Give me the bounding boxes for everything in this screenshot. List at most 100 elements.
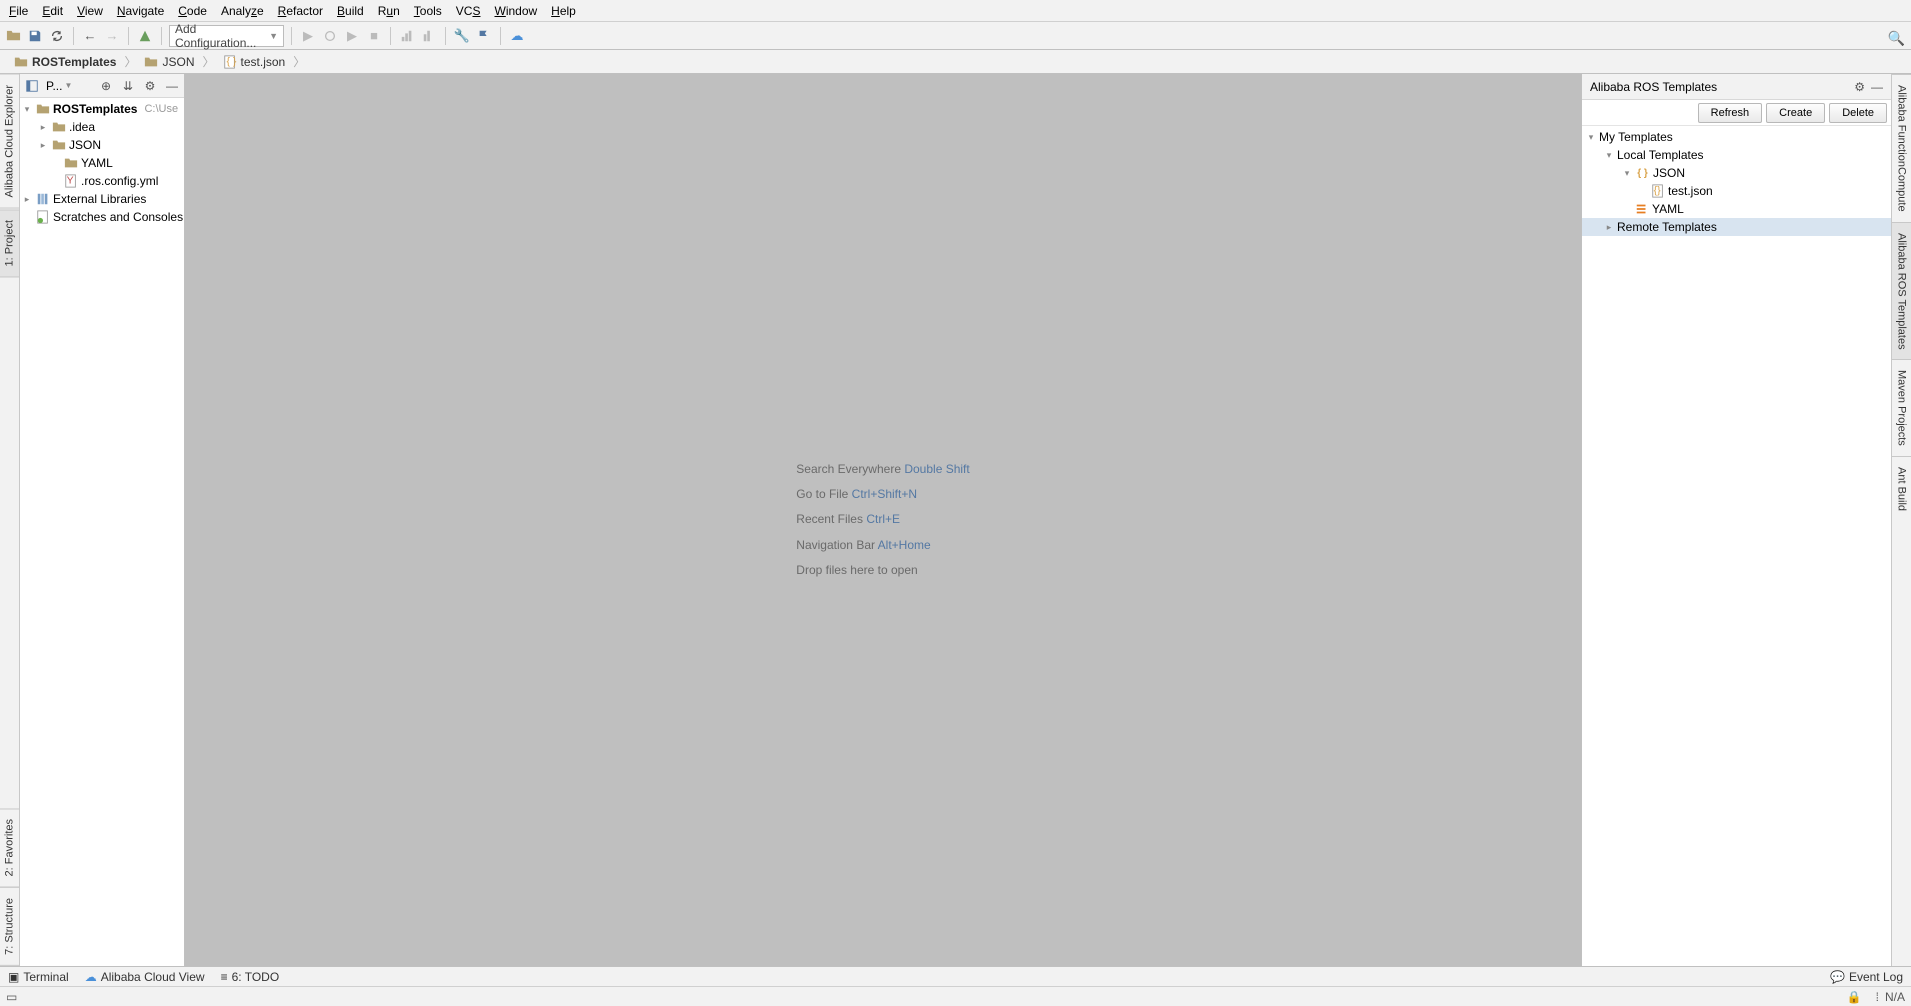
tree-node[interactable]: ▸ JSON (20, 136, 184, 154)
ros-templates-panel: Alibaba ROS Templates ⚙ — Refresh Create… (1581, 74, 1891, 966)
tab-event-log[interactable]: 💬 Event Log (1830, 970, 1903, 984)
json-file-icon: {} (1650, 184, 1665, 199)
terminal-icon: ▣ (8, 970, 19, 984)
tree-node-label: External Libraries (53, 192, 146, 206)
debug-icon[interactable] (321, 27, 339, 45)
coverage-icon[interactable]: ▶ (343, 27, 361, 45)
ros-tree-json[interactable]: ▾ { } JSON (1582, 164, 1891, 182)
locate-icon[interactable]: ⊕ (98, 78, 114, 94)
left-tool-gutter: Alibaba Cloud Explorer 1: Project 2: Fav… (0, 74, 20, 966)
hide-icon[interactable]: — (164, 78, 180, 94)
breadcrumb-root[interactable]: ROSTemplates (6, 55, 124, 69)
expand-icon[interactable]: ▸ (38, 140, 48, 151)
tab-alibaba-cloud-view[interactable]: ☁ Alibaba Cloud View (85, 970, 205, 984)
attach-icon[interactable] (420, 27, 438, 45)
breadcrumb-folder[interactable]: JSON (136, 55, 202, 69)
hide-icon[interactable]: — (1871, 80, 1883, 94)
chevron-right-icon: 〉 (203, 53, 215, 70)
tree-node-label: test.json (1668, 184, 1713, 198)
gear-icon[interactable]: ⚙ (1854, 80, 1865, 94)
expand-icon[interactable]: ▾ (1604, 150, 1614, 161)
tree-node-label: JSON (1653, 166, 1685, 180)
bottom-tool-bar: ▣ Terminal ☁ Alibaba Cloud View ≡ 6: TOD… (0, 966, 1911, 986)
tree-root[interactable]: ▾ ROSTemplates C:\Use (20, 100, 184, 118)
tab-terminal[interactable]: ▣ Terminal (8, 970, 69, 984)
create-button[interactable]: Create (1766, 103, 1825, 123)
menu-run[interactable]: Run (371, 2, 407, 20)
status-icon[interactable]: ▭ (6, 990, 17, 1004)
tree-scratches[interactable]: Scratches and Consoles (20, 208, 184, 226)
ros-tree-local[interactable]: ▾ Local Templates (1582, 146, 1891, 164)
menu-code[interactable]: Code (171, 2, 214, 20)
forward-icon[interactable]: → (103, 27, 121, 45)
svg-text:{}: {} (1653, 185, 1661, 197)
run-icon[interactable]: ▶ (299, 27, 317, 45)
tab-todo[interactable]: ≡ 6: TODO (221, 970, 280, 984)
hint-shortcut: Ctrl+E (866, 512, 900, 526)
menu-edit[interactable]: Edit (35, 2, 70, 20)
run-config-combo[interactable]: Add Configuration... ▼ (169, 25, 284, 47)
status-separator: ⁞ (1876, 990, 1879, 1004)
tab-favorites[interactable]: 2: Favorites (0, 808, 19, 887)
expand-icon[interactable]: ▾ (22, 104, 32, 115)
yaml-file-icon: Y (63, 174, 78, 189)
menu-analyze[interactable]: Analyze (214, 2, 271, 20)
tab-structure[interactable]: 7: Structure (0, 887, 19, 966)
ros-panel-title: Alibaba ROS Templates (1590, 80, 1717, 94)
tree-node[interactable]: YAML (20, 154, 184, 172)
profile-icon[interactable] (398, 27, 416, 45)
tree-node[interactable]: Y .ros.config.yml (20, 172, 184, 190)
ros-tree-root[interactable]: ▾ My Templates (1582, 128, 1891, 146)
tab-alibaba-cloud-explorer[interactable]: Alibaba Cloud Explorer (0, 74, 19, 209)
project-view-icon[interactable] (24, 78, 40, 94)
breadcrumb-file[interactable]: { } test.json (215, 55, 294, 69)
menu-window[interactable]: Window (487, 2, 544, 20)
tab-maven-projects[interactable]: Maven Projects (1892, 359, 1911, 456)
search-icon[interactable]: 🔍 (1888, 30, 1905, 47)
collapse-icon[interactable]: ⇊ (120, 78, 136, 94)
menu-help[interactable]: Help (544, 2, 583, 20)
tab-project[interactable]: 1: Project (0, 209, 19, 277)
menu-navigate[interactable]: Navigate (110, 2, 171, 20)
menu-vcs[interactable]: VCS (449, 2, 488, 20)
tab-alibaba-functioncompute[interactable]: Alibaba FunctionCompute (1892, 74, 1911, 222)
menu-view[interactable]: View (70, 2, 110, 20)
expand-icon[interactable]: ▸ (38, 122, 48, 133)
expand-icon[interactable]: ▾ (1586, 132, 1596, 143)
stop-icon[interactable]: ■ (365, 27, 383, 45)
build-icon[interactable] (136, 27, 154, 45)
editor-area[interactable]: Search Everywhere Double Shift Go to Fil… (185, 74, 1581, 966)
tree-external-libraries[interactable]: ▸ External Libraries (20, 190, 184, 208)
menu-refactor[interactable]: Refactor (271, 2, 330, 20)
gear-icon[interactable]: ⚙ (142, 78, 158, 94)
ros-tree-testjson[interactable]: {} test.json (1582, 182, 1891, 200)
menu-build[interactable]: Build (330, 2, 371, 20)
menu-tools[interactable]: Tools (407, 2, 449, 20)
hint-label: Drop files here to open (796, 563, 917, 577)
chevron-right-icon: 〉 (293, 53, 305, 70)
save-icon[interactable] (26, 27, 44, 45)
back-icon[interactable]: ← (81, 27, 99, 45)
tree-node[interactable]: ▸ .idea (20, 118, 184, 136)
expand-icon[interactable]: ▸ (1604, 222, 1614, 233)
chevron-down-icon: ▼ (269, 31, 278, 41)
project-view-dropdown[interactable]: P...▼ (46, 79, 72, 93)
delete-button[interactable]: Delete (1829, 103, 1887, 123)
cloud-icon[interactable]: ☁ (508, 27, 526, 45)
open-icon[interactable] (4, 27, 22, 45)
main-toolbar: ← → Add Configuration... ▼ ▶ ▶ ■ 🔧 ☁ (0, 22, 1911, 50)
sync-icon[interactable] (48, 27, 66, 45)
tab-alibaba-ros-templates[interactable]: Alibaba ROS Templates (1892, 222, 1911, 360)
ros-tree-remote[interactable]: ▸ Remote Templates (1582, 218, 1891, 236)
folder-icon (14, 55, 28, 69)
status-encoding[interactable]: N/A (1885, 990, 1905, 1004)
tab-ant-build[interactable]: Ant Build (1892, 456, 1911, 521)
flag-icon[interactable] (475, 27, 493, 45)
ros-tree-yaml[interactable]: YAML (1582, 200, 1891, 218)
refresh-button[interactable]: Refresh (1698, 103, 1763, 123)
lock-icon[interactable]: 🔒 (1847, 990, 1862, 1004)
expand-icon[interactable]: ▸ (22, 194, 32, 205)
wrench-icon[interactable]: 🔧 (453, 27, 471, 45)
expand-icon[interactable]: ▾ (1622, 168, 1632, 179)
menu-file[interactable]: File (2, 2, 35, 20)
